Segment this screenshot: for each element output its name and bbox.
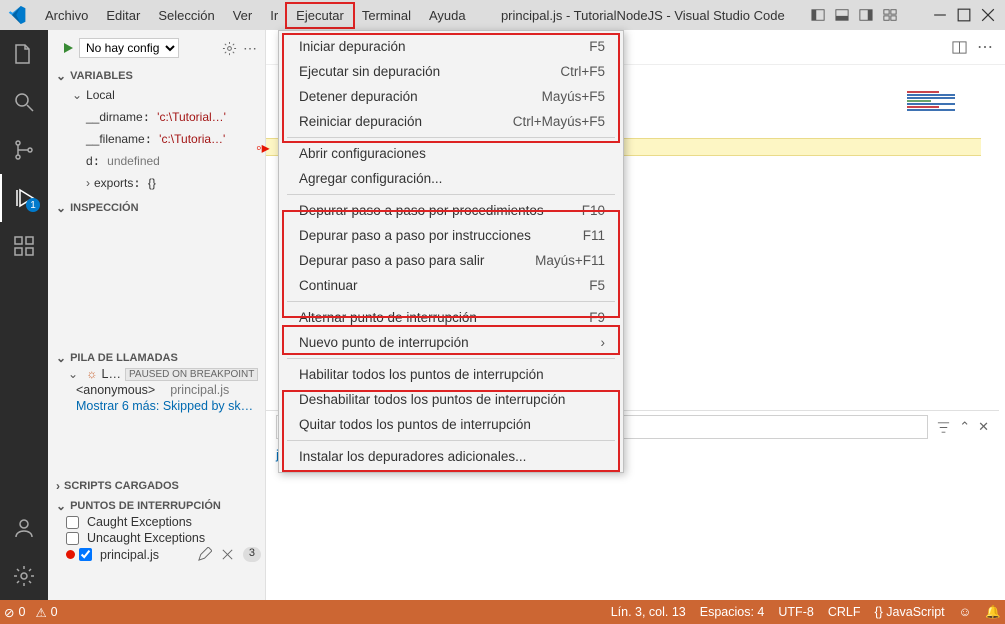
window-title: principal.js - TutorialNodeJS - Visual S… (475, 8, 811, 23)
thread-row[interactable]: ⌄☼ L… PAUSED ON BREAKPOINT (48, 366, 265, 382)
menu-archivo[interactable]: Archivo (36, 4, 97, 27)
menu-ver[interactable]: Ver (224, 4, 262, 27)
activity-scm[interactable] (0, 126, 48, 174)
breakpoint-caught[interactable]: Caught Exceptions (48, 514, 265, 530)
menu-ejecutar[interactable]: Ejecutar (287, 4, 353, 27)
status-language[interactable]: {} JavaScript (874, 605, 944, 619)
stack-skipped[interactable]: Mostrar 6 más: Skipped by sk… (48, 398, 265, 414)
status-encoding[interactable]: UTF-8 (778, 605, 813, 619)
gear-icon[interactable] (222, 41, 237, 56)
section-variables[interactable]: ⌄VARIABLES (48, 68, 265, 84)
activity-explorer[interactable] (0, 30, 48, 78)
breakpoint-file[interactable]: principal.js 3 (48, 546, 265, 563)
menu-item[interactable]: Alternar punto de interrupciónF9 (279, 305, 623, 330)
window-close[interactable] (981, 8, 995, 22)
breakpoint-count: 3 (243, 547, 261, 562)
activity-bar: 1 (0, 30, 48, 600)
variable-row[interactable]: d: undefined (48, 150, 265, 172)
menu-ir[interactable]: Ir (261, 4, 287, 27)
vscode-logo-icon (8, 6, 26, 24)
menu-item[interactable]: Agregar configuración... (279, 166, 623, 191)
variable-row[interactable]: ›exports: {} (48, 172, 265, 194)
section-scripts[interactable]: ›SCRIPTS CARGADOS (48, 478, 265, 494)
status-errors[interactable]: ⊘ 0 (4, 605, 25, 620)
menubar: Archivo Editar Selección Ver Ir Ejecutar… (0, 0, 1005, 30)
editor-more-icon[interactable]: ⋯ (977, 37, 993, 57)
activity-settings[interactable] (0, 552, 48, 600)
panel-chevron-up-icon[interactable]: ⌃ (959, 419, 970, 435)
activity-debug[interactable]: 1 (0, 174, 48, 222)
edit-icon[interactable] (197, 547, 212, 562)
menu-item[interactable]: Detener depuraciónMayús+F5 (279, 84, 623, 109)
menu-item[interactable]: Depurar paso a paso por instruccionesF11 (279, 223, 623, 248)
menu-item[interactable]: Depurar paso a paso por procedimientosF1… (279, 198, 623, 223)
section-inspeccion[interactable]: ⌄INSPECCIÓN (48, 200, 265, 216)
menu-item[interactable]: Deshabilitar todos los puntos de interru… (279, 387, 623, 412)
breakpoint-icon (66, 550, 75, 559)
menu-item[interactable]: Depurar paso a paso para salirMayús+F11 (279, 248, 623, 273)
layout-grid-icon[interactable] (883, 8, 897, 22)
panel-bottom-icon[interactable] (835, 8, 849, 22)
menu-item[interactable]: Ejecutar sin depuraciónCtrl+F5 (279, 59, 623, 84)
window-minimize[interactable] (933, 8, 947, 22)
menu-terminal[interactable]: Terminal (353, 4, 420, 27)
status-warnings[interactable]: ⚠ 0 (35, 605, 57, 620)
panel-right-icon[interactable] (859, 8, 873, 22)
menu-editar[interactable]: Editar (97, 4, 149, 27)
debug-badge: 1 (26, 198, 40, 212)
panel-left-icon[interactable] (811, 8, 825, 22)
menu-item[interactable]: Abrir configuraciones (279, 141, 623, 166)
status-feedback-icon[interactable]: ☺ (959, 605, 972, 619)
status-bell-icon[interactable]: 🔔 (985, 605, 1001, 620)
variable-row[interactable]: __dirname: 'c:\Tutorial…' (48, 106, 265, 128)
menu-ayuda[interactable]: Ayuda (420, 4, 475, 27)
menu-item[interactable]: Instalar los depuradores adicionales... (279, 444, 623, 469)
variable-row[interactable]: __filename: 'c:\Tutoria…' (48, 128, 265, 150)
paused-badge: PAUSED ON BREAKPOINT (125, 368, 258, 381)
start-debug-icon[interactable] (64, 43, 73, 53)
menu-item[interactable]: Quitar todos los puntos de interrupción (279, 412, 623, 437)
activity-extensions[interactable] (0, 222, 48, 270)
menu-item[interactable]: ContinuarF5 (279, 273, 623, 298)
scope-local[interactable]: ⌄Local (48, 84, 265, 106)
status-bar: ⊘ 0 ⚠ 0 Lín. 3, col. 13 Espacios: 4 UTF-… (0, 600, 1005, 624)
menu-item[interactable]: Habilitar todos los puntos de interrupci… (279, 362, 623, 387)
status-cursor[interactable]: Lín. 3, col. 13 (611, 605, 686, 619)
panel-close-icon[interactable]: ✕ (978, 419, 989, 435)
remove-icon[interactable] (220, 547, 235, 562)
more-icon[interactable]: ⋯ (243, 40, 257, 57)
section-pila[interactable]: ⌄PILA DE LLAMADAS (48, 350, 265, 366)
filter-icon[interactable] (936, 420, 951, 435)
menu-seleccion[interactable]: Selección (149, 4, 223, 27)
status-indent[interactable]: Espacios: 4 (700, 605, 765, 619)
breakpoint-uncaught[interactable]: Uncaught Exceptions (48, 530, 265, 546)
execution-pointer-icon: ◦▸ (256, 138, 270, 158)
status-eol[interactable]: CRLF (828, 605, 861, 619)
activity-search[interactable] (0, 78, 48, 126)
launch-config-select[interactable]: No hay config (79, 38, 179, 58)
menu-item[interactable]: Iniciar depuraciónF5 (279, 34, 623, 59)
menu-item[interactable]: Reiniciar depuraciónCtrl+Mayús+F5 (279, 109, 623, 134)
window-maximize[interactable] (957, 8, 971, 22)
activity-account[interactable] (0, 504, 48, 552)
split-editor-icon[interactable] (952, 40, 967, 55)
section-breakpoints[interactable]: ⌄PUNTOS DE INTERRUPCIÓN (48, 498, 265, 514)
ejecutar-menu: Iniciar depuraciónF5Ejecutar sin depurac… (278, 30, 624, 473)
menu-item[interactable]: Nuevo punto de interrupción› (279, 330, 623, 355)
debug-sidebar: No hay config ⋯ ⌄VARIABLES ⌄Local __dirn… (48, 30, 266, 600)
minimap[interactable] (907, 90, 987, 120)
stack-frame[interactable]: <anonymous> principal.js (48, 382, 265, 398)
